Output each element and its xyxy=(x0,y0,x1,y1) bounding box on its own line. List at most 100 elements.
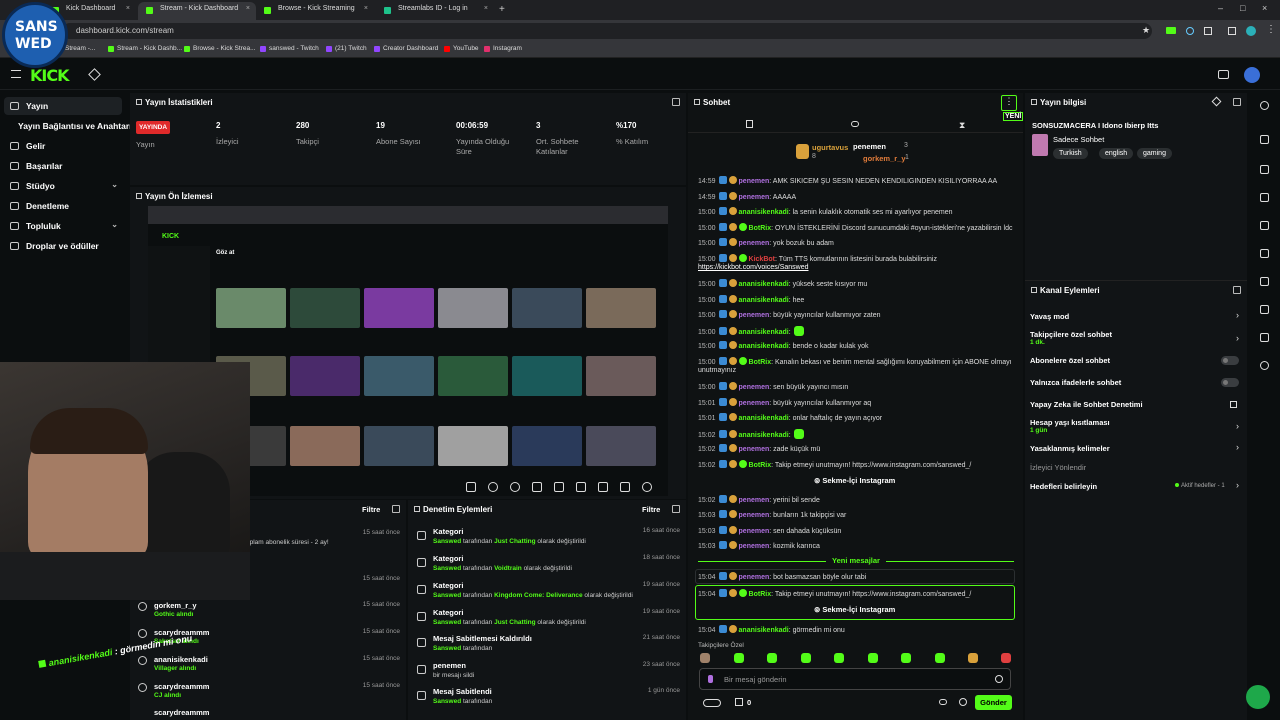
chat-username[interactable]: penemen xyxy=(739,194,770,201)
close-tab-icon[interactable]: × xyxy=(484,5,488,12)
instagram-tab-link[interactable]: ⊚ Sekme-İçi Instagram xyxy=(814,476,895,485)
chat-username[interactable]: ananisikenkadi xyxy=(739,329,789,336)
chat-username[interactable]: penemen xyxy=(739,312,770,319)
chat-message[interactable]: 14:59 penemen: AAAAA xyxy=(698,192,998,202)
channel-points-icon[interactable] xyxy=(703,699,721,707)
chevron-right-icon[interactable]: › xyxy=(1236,442,1239,452)
chat-message[interactable]: 15:01 ananisikenkadi: onlar haftalıç de y… xyxy=(698,413,998,423)
bookmark-item[interactable]: Instagram xyxy=(484,45,522,52)
chat-username[interactable]: penemen xyxy=(739,178,770,185)
browser-tab-active[interactable]: Stream - Kick Dashboard × xyxy=(138,2,256,20)
chat-message[interactable]: 15:00 ananisikenkadi: bende o kadar kulak… xyxy=(698,341,998,351)
bolt-icon[interactable] xyxy=(1260,193,1269,202)
action-followers-only[interactable]: Takipçilere özel sohbet xyxy=(1030,330,1112,339)
document-icon[interactable] xyxy=(1260,221,1269,230)
action-emotes-only[interactable]: Yalnızca ifadelerle sohbet xyxy=(1030,378,1121,387)
settings-gear-icon[interactable] xyxy=(642,482,652,492)
sidebar-item-droplar[interactable]: Droplar ve ödüller xyxy=(4,237,122,255)
chat-message[interactable]: 15:04 BotRix: Takip etmeyi unutmayın! htt… xyxy=(698,589,998,599)
chat-message[interactable]: 15:01 penemen: büyük yayıncılar kullanmıy… xyxy=(698,398,998,408)
emote-icon[interactable] xyxy=(767,653,777,663)
popout-icon[interactable] xyxy=(672,505,680,513)
chat-username[interactable]: BotRix xyxy=(749,462,772,469)
help-chat-bubble-icon[interactable] xyxy=(1246,685,1270,709)
hamburger-menu-icon[interactable] xyxy=(11,70,21,78)
bookmark-item[interactable]: Creator Dashboard xyxy=(374,45,438,52)
info-icon[interactable] xyxy=(1260,101,1269,110)
popout-icon[interactable] xyxy=(1233,98,1241,106)
chat-username[interactable]: ananisikenkadi xyxy=(739,432,789,439)
emote-icon[interactable] xyxy=(901,653,911,663)
minimize-window-icon[interactable]: – xyxy=(1218,3,1223,13)
emote-icon[interactable] xyxy=(700,653,710,663)
chat-username[interactable]: penemen xyxy=(739,543,770,550)
external-link-icon[interactable] xyxy=(1230,401,1237,408)
chat-message[interactable]: 15:00 BotRix: OYUN İSTEKLERİNİ Discord su… xyxy=(698,223,1012,233)
creator-tools-icon[interactable] xyxy=(88,68,101,81)
chat-identity-icon[interactable] xyxy=(708,675,713,683)
screenshot-icon[interactable] xyxy=(554,482,564,492)
chat-bubble-icon[interactable] xyxy=(851,121,859,127)
chevron-right-icon[interactable]: › xyxy=(1236,480,1239,490)
emote-icon[interactable] xyxy=(834,653,844,663)
extension-icon[interactable] xyxy=(1166,27,1176,34)
user-avatar[interactable] xyxy=(1244,67,1260,83)
popout-icon[interactable] xyxy=(392,505,400,513)
extension-icon[interactable] xyxy=(1186,27,1194,35)
link-icon[interactable] xyxy=(1260,277,1269,286)
tag[interactable]: english xyxy=(1099,148,1134,159)
browser-menu-icon[interactable]: ⋮ xyxy=(1266,24,1276,35)
tag[interactable]: Turkish xyxy=(1053,148,1088,159)
bookmark-item[interactable]: sanswed - Twitch xyxy=(260,45,319,52)
chat-username[interactable]: penemen xyxy=(739,512,770,519)
clip-icon[interactable] xyxy=(510,482,520,492)
chat-message[interactable]: 15:00 ananisikenkadi: yüksek seste kısıyo… xyxy=(698,279,998,289)
chat-icon[interactable] xyxy=(1260,249,1269,258)
chat-message[interactable]: 15:00 ananisikenkadi: hee xyxy=(698,295,998,305)
emote-icon[interactable] xyxy=(734,653,744,663)
bookmark-star-icon[interactable]: ★ xyxy=(1142,25,1150,36)
chat-message[interactable]: 14:59 penemen: AMK SIKICEM ŞU SESIN NEDEN… xyxy=(698,176,998,186)
action-ai-moderation[interactable]: Yapay Zeka ile Sohbet Denetimi xyxy=(1030,400,1143,409)
kick-logo[interactable]: KICK xyxy=(30,66,69,85)
bookmark-item[interactable]: Browse - Kick Strea... xyxy=(184,45,256,52)
chat-message[interactable]: 15:02 penemen: zade küçük mü xyxy=(698,444,998,454)
sidebar-item-basarilar[interactable]: Başarılar xyxy=(4,157,122,175)
list-icon[interactable] xyxy=(1260,305,1269,314)
crop-icon[interactable] xyxy=(466,482,476,492)
chat-message[interactable]: 15:04 ananisikenkadi: görmedin mi onu xyxy=(698,625,998,635)
settings-gear-icon[interactable] xyxy=(959,698,967,706)
sidebar-item-studyo[interactable]: Stüdyo ⌄ xyxy=(4,177,122,195)
url-field[interactable]: dashboard.kick.com/stream xyxy=(62,23,1152,39)
chat-message[interactable]: 15:03 penemen: sen dahada küçüksün xyxy=(698,526,998,536)
bookmark-item[interactable]: Stream - Kick Dashb... xyxy=(108,45,182,52)
chat-options-icon[interactable]: ⋮ xyxy=(1001,95,1017,111)
emote-icon[interactable] xyxy=(801,653,811,663)
action-subscribers-only[interactable]: Abonelere özel sohbet xyxy=(1030,356,1110,365)
action-account-age[interactable]: Hesap yaşı kısıtlaması xyxy=(1030,418,1110,427)
emoji-icon[interactable] xyxy=(995,675,1003,683)
chat-username[interactable]: ananisikenkadi xyxy=(739,627,789,634)
action-goals[interactable]: Hedefleri belirleyin xyxy=(1030,482,1097,491)
edit-icon[interactable] xyxy=(1260,135,1269,144)
maximize-window-icon[interactable]: □ xyxy=(1240,3,1245,13)
chat-username[interactable]: penemen xyxy=(739,574,770,581)
filter-button[interactable]: Filtre xyxy=(362,505,380,514)
chat-username[interactable]: penemen xyxy=(739,240,770,247)
action-banned-words[interactable]: Yasaklanmış kelimeler xyxy=(1030,444,1110,453)
emotes-only-toggle[interactable] xyxy=(1221,378,1239,387)
browser-tab[interactable]: Streamlabs ID - Log in × xyxy=(376,2,494,20)
popout-icon[interactable] xyxy=(1233,286,1241,294)
sidebar-item-topluluk[interactable]: Topluluk ⌄ xyxy=(4,217,122,235)
chat-username[interactable]: ananisikenkadi xyxy=(739,415,789,422)
send-button[interactable]: Gönder xyxy=(975,695,1012,710)
bookmark-item[interactable]: (21) Twitch xyxy=(326,45,367,52)
theater-mode-icon[interactable] xyxy=(598,482,608,492)
chart-icon[interactable] xyxy=(532,482,542,492)
chat-username[interactable]: penemen xyxy=(739,528,770,535)
close-tab-icon[interactable]: × xyxy=(246,5,250,12)
chat-username[interactable]: BotRix xyxy=(749,359,772,366)
chat-message[interactable]: 15:00 penemen: yok bozuk bu adam xyxy=(698,238,998,248)
tools-icon[interactable] xyxy=(1260,333,1269,342)
fullscreen-icon[interactable] xyxy=(620,482,630,492)
